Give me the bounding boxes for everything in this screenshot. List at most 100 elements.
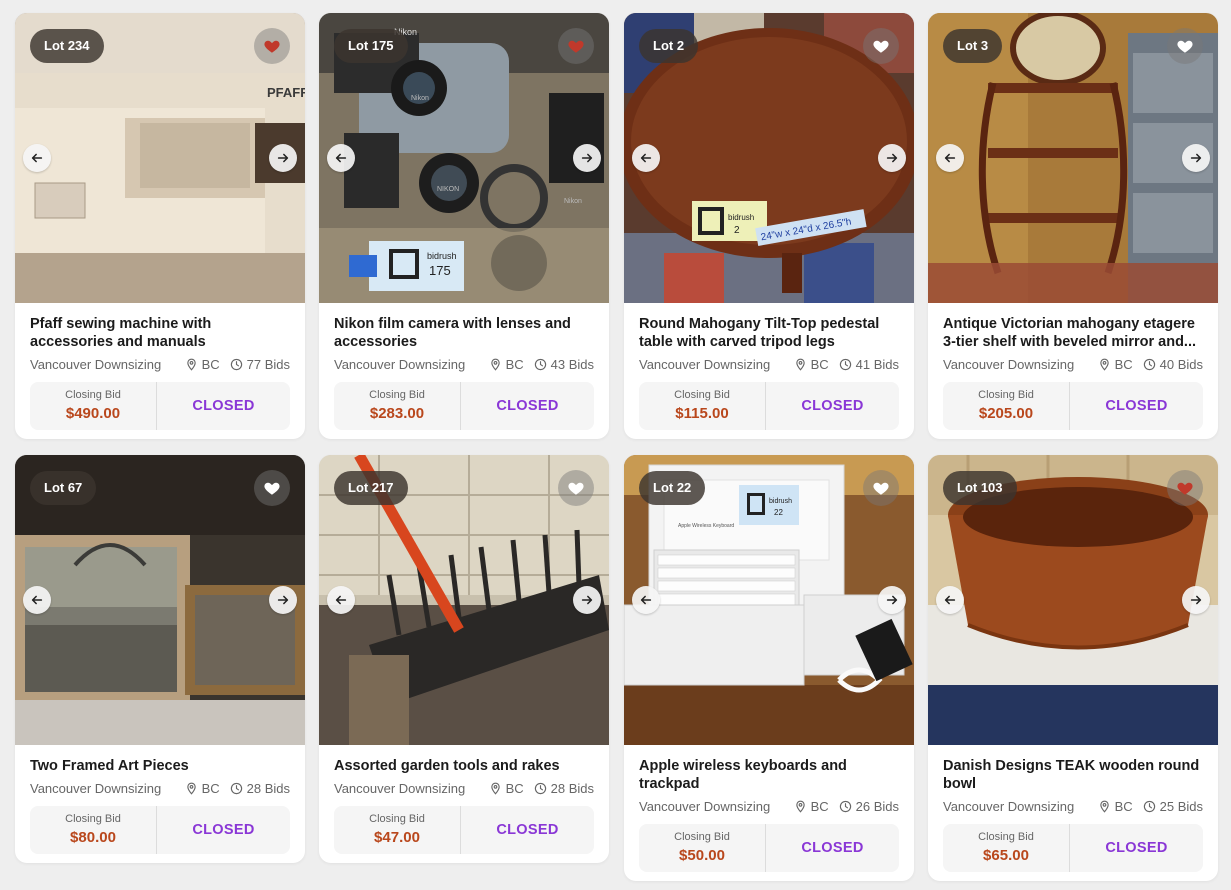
status-closed: CLOSED bbox=[496, 822, 559, 838]
next-photo-button[interactable] bbox=[269, 144, 297, 172]
seller-name[interactable]: Vancouver Downsizing bbox=[334, 357, 479, 372]
lot-title[interactable]: Nikon film camera with lenses and access… bbox=[334, 315, 594, 351]
arrow-left-icon bbox=[640, 153, 652, 163]
lot-title[interactable]: Assorted garden tools and rakes bbox=[334, 757, 594, 775]
lot-photo[interactable]: bidrush 22 Apple Wireless Keyboard Lot 2… bbox=[624, 455, 914, 745]
previous-photo-button[interactable] bbox=[936, 586, 964, 614]
lot-photo[interactable]: PFAFF Lot 234 bbox=[15, 13, 305, 303]
closing-bid-value: $50.00 bbox=[679, 847, 725, 864]
map-pin-icon bbox=[795, 800, 805, 813]
svg-text:PFAFF: PFAFF bbox=[267, 85, 305, 100]
clock-icon bbox=[839, 800, 851, 813]
lot-title[interactable]: Two Framed Art Pieces bbox=[30, 757, 290, 775]
lot-card[interactable]: PFAFF Lot 234 Pfaff sewing machine with … bbox=[15, 13, 305, 439]
bid-count: 26 Bids bbox=[855, 799, 899, 814]
previous-photo-button[interactable] bbox=[632, 586, 660, 614]
lot-number-badge: Lot 3 bbox=[943, 29, 1003, 63]
map-pin-icon bbox=[490, 782, 500, 795]
lot-card[interactable]: Lot 103 Danish Designs TEAK wooden round… bbox=[928, 455, 1218, 881]
next-photo-button[interactable] bbox=[1182, 144, 1210, 172]
favorite-button[interactable] bbox=[558, 470, 594, 506]
favorite-button[interactable] bbox=[863, 28, 899, 64]
lot-photo[interactable]: bidrush 2 24"w x 24"d x 26.5"h Lot 2 bbox=[624, 13, 914, 303]
svg-text:NIKON: NIKON bbox=[437, 186, 459, 193]
closing-bid-value: $47.00 bbox=[374, 829, 420, 846]
next-photo-button[interactable] bbox=[878, 144, 906, 172]
lot-card[interactable]: Lot 3 Antique Victorian mahogany etagere… bbox=[928, 13, 1218, 439]
lot-photo[interactable]: bidrush 175 Nikon Nikon NIKON Nikon Lot … bbox=[319, 13, 609, 303]
heart-icon bbox=[873, 482, 889, 495]
seller-name[interactable]: Vancouver Downsizing bbox=[30, 357, 175, 372]
map-pin-icon bbox=[186, 782, 196, 795]
previous-photo-button[interactable] bbox=[23, 586, 51, 614]
favorite-button[interactable] bbox=[863, 470, 899, 506]
favorite-button[interactable] bbox=[558, 28, 594, 64]
clock-icon bbox=[230, 358, 242, 371]
seller-name[interactable]: Vancouver Downsizing bbox=[943, 357, 1088, 372]
lot-card[interactable]: Lot 217 Assorted garden tools and rakes … bbox=[319, 455, 609, 863]
next-photo-button[interactable] bbox=[1182, 586, 1210, 614]
lot-card[interactable]: Lot 67 Two Framed Art Pieces Vancouver D… bbox=[15, 455, 305, 863]
clock-icon bbox=[1143, 800, 1155, 813]
seller-name[interactable]: Vancouver Downsizing bbox=[639, 357, 784, 372]
bid-summary: Closing Bid $50.00 CLOSED bbox=[639, 824, 899, 872]
next-photo-button[interactable] bbox=[573, 144, 601, 172]
arrow-right-icon bbox=[581, 153, 593, 163]
lot-title[interactable]: Danish Designs TEAK wooden round bowl bbox=[943, 757, 1203, 793]
closing-bid-label: Closing Bid bbox=[369, 389, 425, 401]
seller-name[interactable]: Vancouver Downsizing bbox=[639, 799, 784, 814]
bid-summary: Closing Bid $205.00 CLOSED bbox=[943, 382, 1203, 430]
closing-bid-label: Closing Bid bbox=[978, 389, 1034, 401]
previous-photo-button[interactable] bbox=[632, 144, 660, 172]
favorite-button[interactable] bbox=[1167, 470, 1203, 506]
lot-title[interactable]: Pfaff sewing machine with accessories an… bbox=[30, 315, 290, 351]
next-photo-button[interactable] bbox=[573, 586, 601, 614]
location-text: BC bbox=[810, 799, 829, 814]
arrow-left-icon bbox=[31, 153, 43, 163]
seller-name[interactable]: Vancouver Downsizing bbox=[943, 799, 1088, 814]
lot-card[interactable]: bidrush 2 24"w x 24"d x 26.5"h Lot 2 Rou… bbox=[624, 13, 914, 439]
heart-icon bbox=[1177, 482, 1193, 495]
heart-icon bbox=[264, 482, 280, 495]
next-photo-button[interactable] bbox=[878, 586, 906, 614]
closing-bid-value: $205.00 bbox=[978, 405, 1034, 422]
clock-icon bbox=[1143, 358, 1155, 371]
seller-name[interactable]: Vancouver Downsizing bbox=[334, 781, 479, 796]
location-text: BC bbox=[505, 357, 524, 372]
status-closed: CLOSED bbox=[496, 398, 559, 414]
seller-name[interactable]: Vancouver Downsizing bbox=[30, 781, 175, 796]
lot-number-badge: Lot 22 bbox=[639, 471, 706, 505]
lot-photo[interactable]: Lot 103 bbox=[928, 455, 1218, 745]
favorite-button[interactable] bbox=[254, 28, 290, 64]
location-text: BC bbox=[810, 357, 829, 372]
closing-bid-value: $115.00 bbox=[675, 405, 729, 422]
previous-photo-button[interactable] bbox=[327, 586, 355, 614]
arrow-left-icon bbox=[944, 153, 956, 163]
bid-summary: Closing Bid $80.00 CLOSED bbox=[30, 806, 290, 854]
closing-bid-label: Closing Bid bbox=[369, 813, 425, 825]
lot-card[interactable]: bidrush 22 Apple Wireless Keyboard Lot 2… bbox=[624, 455, 914, 881]
lot-photo[interactable]: Lot 217 bbox=[319, 455, 609, 745]
lot-number-badge: Lot 2 bbox=[639, 29, 699, 63]
previous-photo-button[interactable] bbox=[23, 144, 51, 172]
favorite-button[interactable] bbox=[1167, 28, 1203, 64]
status-closed: CLOSED bbox=[801, 840, 864, 856]
lot-title[interactable]: Apple wireless keyboards and trackpad bbox=[639, 757, 899, 793]
next-photo-button[interactable] bbox=[269, 586, 297, 614]
lot-title[interactable]: Round Mahogany Tilt-Top pedestal table w… bbox=[639, 315, 899, 351]
heart-icon bbox=[873, 40, 889, 53]
svg-text:Nikon: Nikon bbox=[564, 198, 582, 205]
lot-photo[interactable]: Lot 67 bbox=[15, 455, 305, 745]
arrow-right-icon bbox=[886, 153, 898, 163]
svg-text:2: 2 bbox=[734, 225, 740, 236]
favorite-button[interactable] bbox=[254, 470, 290, 506]
previous-photo-button[interactable] bbox=[327, 144, 355, 172]
bid-summary: Closing Bid $65.00 CLOSED bbox=[943, 824, 1203, 872]
previous-photo-button[interactable] bbox=[936, 144, 964, 172]
heart-icon bbox=[1177, 40, 1193, 53]
arrow-left-icon bbox=[335, 595, 347, 605]
lot-title[interactable]: Antique Victorian mahogany etagere 3-tie… bbox=[943, 315, 1203, 351]
lot-card[interactable]: bidrush 175 Nikon Nikon NIKON Nikon Lot … bbox=[319, 13, 609, 439]
arrow-left-icon bbox=[640, 595, 652, 605]
lot-photo[interactable]: Lot 3 bbox=[928, 13, 1218, 303]
